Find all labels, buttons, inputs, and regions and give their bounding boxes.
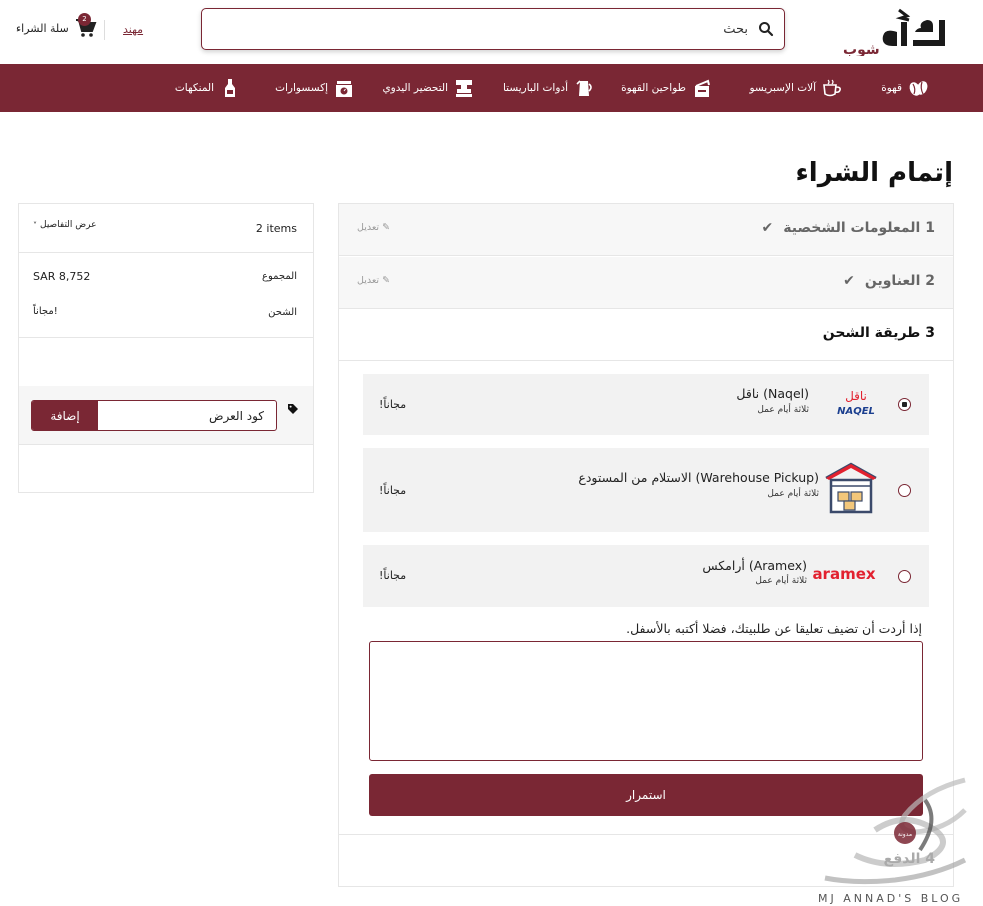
edit-addresses-link[interactable]: ✎ تعديل <box>357 275 390 286</box>
edit-personal-info-link[interactable]: ✎ تعديل <box>357 222 390 233</box>
svg-text:ناقل: ناقل <box>845 389 867 403</box>
grinder-icon <box>695 79 710 97</box>
shipping-option-price: مجاناً! <box>379 569 407 582</box>
step-label: 2 العناوين <box>864 273 935 289</box>
promo-section: إضافة <box>19 386 313 444</box>
coffee-cup-icon <box>823 79 841 97</box>
nav-item-manual-brewing[interactable]: التحضير اليدوي <box>382 76 475 100</box>
order-comment-textarea[interactable] <box>369 641 923 761</box>
chevron-down-icon: ˅ <box>33 220 37 230</box>
svg-text:شوب: شوب <box>843 42 880 56</box>
shipping-value: مجاناً! <box>33 306 58 317</box>
shipping-option-aramex[interactable]: aramex (Aramex) أرامكس ثلاثة أيام عمل مج… <box>363 545 929 607</box>
step-addresses[interactable]: 2 العناوين ✔ ✎ تعديل <box>339 257 953 309</box>
tag-icon <box>288 404 298 414</box>
search-input[interactable] <box>202 9 784 49</box>
pencil-icon: ✎ <box>382 222 391 233</box>
warehouse-icon <box>825 462 877 514</box>
svg-text:مدونة: مدونة <box>898 831 912 838</box>
total-value: SAR 8,752 <box>33 270 91 283</box>
shipping-option-name: (Aramex) أرامكس <box>702 558 807 573</box>
naqel-logo: ناقل NAQEL <box>837 389 875 417</box>
nav-label: آلات الإسبريسو <box>749 82 816 94</box>
nav-label: أدوات الباريستا <box>502 82 568 94</box>
step-title: 1 المعلومات الشخصية ✔ <box>762 220 935 236</box>
shipping-label: الشحن <box>268 307 297 318</box>
order-summary: 2 items عرض التفاصيل ˅ المجموع SAR 8,752… <box>18 203 314 493</box>
nav-item-espresso-machines[interactable]: آلات الإسبريسو <box>749 76 843 100</box>
divider <box>19 252 313 253</box>
syrup-bottle-icon <box>225 79 235 97</box>
divider <box>19 337 313 338</box>
step-personal-info[interactable]: 1 المعلومات الشخصية ✔ ✎ تعديل <box>339 204 953 256</box>
user-account-link[interactable]: مهند <box>123 23 143 36</box>
aramex-logo: aramex <box>812 565 875 583</box>
shipping-radio-aramex[interactable] <box>898 570 911 583</box>
svg-text:NAQEL: NAQEL <box>837 406 875 417</box>
shipping-option-price: مجاناً! <box>379 398 407 411</box>
shipping-option-name: (Naqel) ناقل <box>736 386 809 401</box>
blog-watermark-icon: مدونة <box>824 777 967 885</box>
shipping-radio-warehouse[interactable] <box>898 484 911 497</box>
promo-code-group: إضافة <box>31 400 277 431</box>
nav-item-coffee-grinders[interactable]: طواحين القهوة <box>621 76 713 100</box>
order-comment-label: إذا أردت أن تضيف تعليقا عن طلبيتك، فضلا … <box>626 621 922 636</box>
checkmark-icon: ✔ <box>843 273 855 289</box>
shipping-radio-naqel[interactable] <box>898 398 911 411</box>
watermark-text: MJ ANNAD'S BLOG <box>818 892 964 905</box>
details-label: عرض التفاصيل <box>40 220 97 230</box>
nav-label: إكسسوارات <box>275 82 328 94</box>
step-title: 3 طريقة الشحن <box>823 325 935 341</box>
search-box[interactable] <box>201 8 785 50</box>
cart-count-badge: 2 <box>78 13 91 26</box>
milk-jug-icon <box>576 80 592 96</box>
step-label: 3 طريقة الشحن <box>822 325 935 341</box>
items-count: 2 items <box>255 222 297 235</box>
edit-label: تعديل <box>357 222 380 233</box>
shipping-option-naqel[interactable]: ناقل NAQEL (Naqel) ناقل ثلاثة أيام عمل م… <box>363 374 929 435</box>
nav-label: طواحين القهوة <box>621 82 686 94</box>
header-divider <box>104 20 105 40</box>
shipping-option-name: (Warehouse Pickup) الاستلام من المستودع <box>578 470 819 485</box>
nav-item-flavorings[interactable]: المنكهات <box>175 76 241 100</box>
nav-item-coffee[interactable]: قهوة <box>881 76 929 100</box>
show-details-toggle[interactable]: عرض التفاصيل ˅ <box>33 220 97 230</box>
pencil-icon: ✎ <box>382 275 391 286</box>
total-label: المجموع <box>262 271 297 282</box>
shipping-option-delay: ثلاثة أيام عمل <box>757 405 809 415</box>
edit-label: تعديل <box>357 275 380 286</box>
cafe-shop-logo-icon: شوب <box>843 8 945 58</box>
nav-label: المنكهات <box>174 82 214 94</box>
apply-promo-button[interactable]: إضافة <box>32 401 98 430</box>
checkmark-icon: ✔ <box>761 220 774 236</box>
nav-label: التحضير اليدوي <box>382 82 448 94</box>
step-title: 2 العناوين ✔ <box>843 273 935 289</box>
cart-label: سلة الشراء <box>16 21 69 35</box>
promo-code-input[interactable] <box>98 401 276 430</box>
pour-over-icon <box>456 80 472 97</box>
site-header: شوب مهند سلة الشراء 2 <box>0 0 983 64</box>
page-title: إتمام الشراء <box>795 158 954 188</box>
site-logo[interactable]: شوب <box>841 6 953 58</box>
shipping-option-warehouse[interactable]: (Warehouse Pickup) الاستلام من المستودع … <box>363 448 929 532</box>
coffee-beans-icon <box>909 81 928 96</box>
search-icon[interactable] <box>758 21 774 37</box>
scale-icon <box>336 81 352 97</box>
shipping-option-delay: ثلاثة أيام عمل <box>755 576 807 586</box>
shipping-option-delay: ثلاثة أيام عمل <box>767 489 819 499</box>
divider <box>19 444 313 445</box>
main-nav: قهوة آلات الإسبريسو طواحين القهوة أدوات … <box>0 64 983 112</box>
cart-button[interactable]: سلة الشراء 2 <box>16 13 97 40</box>
shipping-option-price: مجاناً! <box>379 484 407 497</box>
nav-label: قهوة <box>881 82 902 94</box>
step-shipping-method: 3 طريقة الشحن <box>339 309 953 361</box>
nav-item-barista-tools[interactable]: أدوات الباريستا <box>503 76 595 100</box>
svg-text:aramex: aramex <box>812 565 875 583</box>
nav-item-accessories[interactable]: إكسسوارات <box>275 76 355 100</box>
step-label: 1 المعلومات الشخصية <box>783 220 935 236</box>
